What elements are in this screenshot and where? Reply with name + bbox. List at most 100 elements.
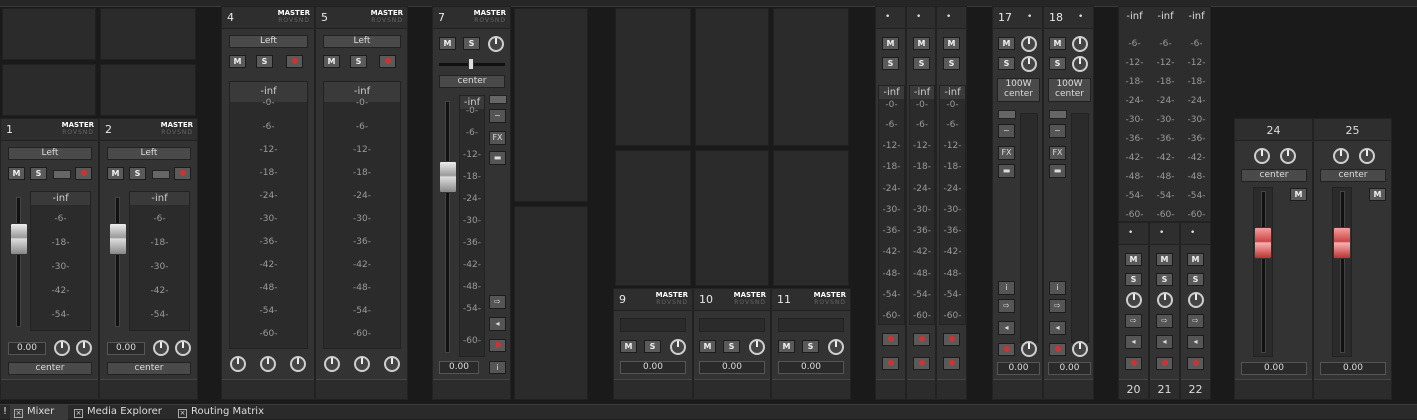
trim-knob-icon[interactable]: [1021, 36, 1037, 52]
mute-button[interactable]: M: [1156, 253, 1173, 266]
mute-button[interactable]: M: [699, 340, 716, 353]
volume-value[interactable]: 0.00: [107, 342, 145, 355]
volume-fader-handle[interactable]: [10, 223, 28, 255]
close-icon[interactable]: ×: [14, 409, 23, 418]
track-strip-10[interactable]: 10 MASTER ROVSND M S 0.00: [693, 288, 771, 400]
volume-knob-icon[interactable]: [54, 340, 70, 356]
volume-knob-icon[interactable]: [828, 339, 844, 355]
mute-button[interactable]: M: [1369, 188, 1386, 201]
info-icon[interactable]: i: [998, 281, 1015, 295]
mute-button[interactable]: M: [8, 167, 25, 180]
trim-knob-icon[interactable]: [488, 36, 504, 52]
tab-mixer[interactable]: × Mixer: [10, 405, 68, 420]
volume-fader-handle[interactable]: [1333, 227, 1351, 259]
fx-button[interactable]: FX: [998, 146, 1015, 160]
fx-button[interactable]: FX: [489, 131, 506, 145]
route-icon[interactable]: ⇨: [998, 299, 1015, 313]
mute-button[interactable]: M: [229, 55, 246, 68]
solo-button[interactable]: S: [1049, 57, 1066, 70]
track-strip-4[interactable]: 4 MASTER ROVSND Left M S -inf -0- -6- -12…: [221, 6, 315, 400]
narrow-track-strip[interactable]: • M S -inf -0- -6- -12- -18- -24- -30- -…: [936, 6, 967, 400]
width-knob-icon[interactable]: [260, 356, 276, 372]
pan-mode-field[interactable]: center: [1241, 169, 1307, 182]
volume-knob-icon[interactable]: [1021, 341, 1037, 357]
insert-icon[interactable]: ▬: [489, 151, 506, 165]
volume-knob-icon[interactable]: [153, 340, 169, 356]
pan-field[interactable]: Left: [229, 35, 308, 48]
speaker-icon[interactable]: ◂: [1049, 321, 1066, 335]
envelope-icon[interactable]: ~: [998, 124, 1015, 138]
envelope-icon[interactable]: ~: [489, 109, 506, 123]
record-arm-button[interactable]: [882, 357, 899, 370]
track-options-icon[interactable]: •: [885, 12, 891, 22]
record-arm-button[interactable]: [943, 333, 960, 346]
stereo-mode-icon[interactable]: [489, 95, 507, 104]
track-strip-7[interactable]: 7 MASTER ROVSND M S center -inf -0- -6- -…: [432, 6, 511, 400]
mute-button[interactable]: M: [778, 340, 795, 353]
trim-knob-icon[interactable]: [1072, 36, 1088, 52]
solo-button[interactable]: S: [802, 340, 819, 353]
volume-knob-icon[interactable]: [1126, 292, 1142, 308]
volume-knob-icon[interactable]: [749, 339, 765, 355]
solo-button[interactable]: S: [1187, 273, 1204, 286]
route-icon[interactable]: ⇨: [1049, 299, 1066, 313]
solo-button[interactable]: S: [943, 57, 960, 70]
pan-field[interactable]: Left: [107, 147, 191, 160]
envelope-icon[interactable]: ~: [1049, 124, 1066, 138]
info-icon[interactable]: i: [489, 361, 506, 374]
record-arm-button[interactable]: [913, 357, 930, 370]
route-icon[interactable]: ⇨: [1187, 314, 1204, 328]
volume-knob-icon[interactable]: [324, 356, 340, 372]
record-arm-button[interactable]: [882, 333, 899, 346]
volume-value[interactable]: 0.00: [1048, 362, 1091, 375]
fx-button[interactable]: FX: [1049, 146, 1066, 160]
volume-fader-handle[interactable]: [109, 223, 127, 255]
volume-fader-track[interactable]: [1261, 191, 1266, 353]
mute-button[interactable]: M: [943, 37, 960, 50]
solo-button[interactable]: S: [913, 57, 930, 70]
docker-menu-button[interactable]: !: [0, 405, 7, 420]
track-strip-5[interactable]: 5 MASTER ROVSND Left M S -inf -0- -6- -12…: [315, 6, 408, 400]
pan-mode-field[interactable]: center: [8, 362, 92, 375]
record-arm-button[interactable]: [174, 167, 191, 180]
mute-button[interactable]: M: [439, 37, 456, 50]
stereo-mode-icon[interactable]: [998, 110, 1016, 119]
record-arm-button[interactable]: [1187, 357, 1204, 370]
track-strip-18[interactable]: 18 • M S 100W center ~ FX ▬ i ⇨ ◂ 0.00: [1043, 6, 1094, 400]
track-options-icon[interactable]: •: [1027, 12, 1033, 22]
track-strip-25[interactable]: 25 center M 0.00: [1313, 118, 1392, 400]
volume-knob-icon[interactable]: [1072, 341, 1088, 357]
mute-button[interactable]: M: [620, 340, 637, 353]
solo-button[interactable]: S: [882, 57, 899, 70]
volume-knob-icon[interactable]: [1333, 148, 1349, 164]
volume-value[interactable]: 0.00: [1320, 362, 1386, 375]
pan-knob-icon[interactable]: [175, 340, 191, 356]
mute-button[interactable]: M: [1049, 37, 1066, 50]
volume-value[interactable]: 0.00: [620, 361, 686, 374]
volume-value[interactable]: 0.00: [439, 361, 479, 374]
volume-fader-handle[interactable]: [1254, 227, 1272, 259]
track-options-icon[interactable]: •: [946, 12, 952, 22]
volume-fader-track[interactable]: [115, 197, 120, 327]
record-arm-button[interactable]: [286, 55, 303, 68]
track-options-icon[interactable]: •: [1190, 228, 1196, 238]
volume-value[interactable]: 0.00: [1241, 362, 1307, 375]
solo-button[interactable]: S: [463, 37, 480, 50]
stereo-mode-icon[interactable]: [152, 170, 170, 179]
track-strip-9[interactable]: 9 MASTER ROVSND M S 0.00: [613, 288, 693, 400]
track-strip-2[interactable]: 2 MASTER ROVSND Left M S -inf -6- -18- -3…: [99, 118, 198, 400]
track-strip-1[interactable]: 1 MASTER ROVSND Left M S -inf -6- -18- -3…: [0, 118, 99, 400]
speaker-icon[interactable]: ◂: [489, 317, 506, 331]
insert-icon[interactable]: ▬: [1049, 164, 1066, 178]
volume-knob-icon[interactable]: [670, 339, 686, 355]
solo-button[interactable]: S: [723, 340, 740, 353]
pan-mode-field[interactable]: center: [439, 75, 505, 88]
volume-knob-icon[interactable]: [1157, 292, 1173, 308]
close-icon[interactable]: ×: [178, 409, 187, 418]
pan-knob-icon[interactable]: [1280, 148, 1296, 164]
pan-knob-icon[interactable]: [76, 340, 92, 356]
track-strip-21[interactable]: • M S ⇨ ◂ 21: [1149, 222, 1180, 400]
volume-value[interactable]: 0.00: [778, 361, 844, 374]
record-arm-button[interactable]: [379, 55, 396, 68]
mute-button[interactable]: M: [323, 55, 340, 68]
